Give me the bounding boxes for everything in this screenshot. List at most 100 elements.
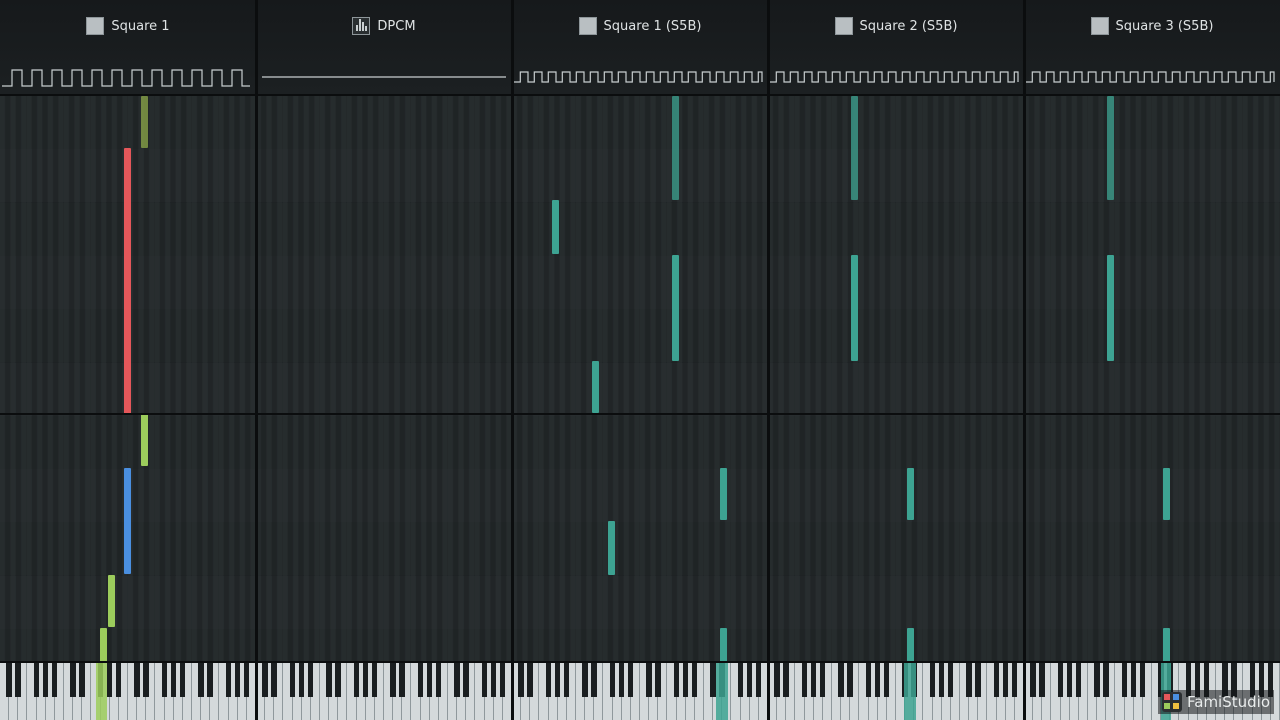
- black-key: [755, 662, 762, 697]
- black-key: [673, 662, 680, 697]
- channel-name: Square 1 (S5B): [603, 18, 702, 34]
- note-bar: [1107, 96, 1114, 200]
- black-key: [966, 662, 972, 697]
- channel-divider: [511, 0, 514, 720]
- black-key: [463, 662, 469, 697]
- black-key: [691, 662, 698, 697]
- black-key: [207, 662, 213, 697]
- piano-keyboard: [768, 662, 1024, 720]
- black-key: [627, 662, 634, 697]
- key-column-grid: [768, 96, 1024, 662]
- black-key: [70, 662, 76, 697]
- octave-separator: [0, 413, 1280, 415]
- black-key: [225, 662, 232, 697]
- square-waveform: [514, 71, 763, 83]
- black-key: [371, 662, 378, 697]
- square-wave-icon: [578, 17, 597, 35]
- black-key: [655, 662, 661, 697]
- note-bar: [672, 96, 679, 200]
- black-key: [170, 662, 177, 697]
- black-key: [179, 662, 186, 697]
- black-key: [1066, 662, 1073, 697]
- black-key: [243, 662, 250, 697]
- channel-title[interactable]: Square 2 (S5B): [768, 17, 1024, 35]
- black-key: [838, 662, 844, 697]
- square-wave-icon: [86, 17, 105, 35]
- note-bar: [851, 255, 858, 361]
- channel-name: Square 2 (S5B): [859, 18, 958, 34]
- black-key: [1139, 662, 1146, 697]
- black-key: [527, 662, 533, 697]
- square-wave-icon: [1090, 17, 1109, 35]
- channel-note-lane: [768, 96, 1024, 662]
- black-key: [993, 662, 1000, 697]
- note-bar: [907, 468, 914, 520]
- black-key: [499, 662, 506, 697]
- channel-note-lane: [0, 96, 256, 662]
- black-key: [426, 662, 433, 697]
- black-key: [1075, 662, 1082, 697]
- channel-title[interactable]: DPCM: [256, 17, 512, 35]
- black-key: [42, 662, 49, 697]
- black-key: [810, 662, 817, 697]
- black-key: [1121, 662, 1128, 697]
- black-key: [591, 662, 597, 697]
- black-key: [710, 662, 716, 697]
- black-key: [134, 662, 140, 697]
- black-key: [51, 662, 58, 697]
- channel-title[interactable]: Square 1 (S5B): [512, 17, 768, 35]
- channel-name: Square 3 (S5B): [1115, 18, 1214, 34]
- channel-name: DPCM: [377, 18, 416, 34]
- black-key: [975, 662, 981, 697]
- square-waveform: [2, 69, 250, 87]
- logo-text: FamiStudio: [1187, 693, 1270, 711]
- black-key: [307, 662, 314, 697]
- black-key: [783, 662, 789, 697]
- note-bar: [1163, 628, 1170, 662]
- black-key: [737, 662, 744, 697]
- black-key: [1030, 662, 1036, 697]
- black-key: [454, 662, 460, 697]
- note-bar: [552, 200, 559, 254]
- key-column-grid: [512, 96, 768, 662]
- channel-title[interactable]: Square 3 (S5B): [1024, 17, 1280, 35]
- black-key: [609, 662, 616, 697]
- channel-title[interactable]: Square 1: [0, 17, 256, 35]
- note-bar: [124, 148, 131, 414]
- note-bar: [1107, 255, 1114, 361]
- black-key: [582, 662, 588, 697]
- channel-header: DPCM: [256, 0, 512, 96]
- black-key: [554, 662, 561, 697]
- black-key: [865, 662, 872, 697]
- black-key: [143, 662, 149, 697]
- black-key: [874, 662, 881, 697]
- black-key: [646, 662, 652, 697]
- black-key: [262, 662, 268, 697]
- black-key: [15, 662, 21, 697]
- black-key: [929, 662, 936, 697]
- black-key: [417, 662, 424, 697]
- note-bar: [592, 361, 599, 413]
- note-bar: [100, 628, 107, 662]
- black-key: [518, 662, 524, 697]
- active-key-highlight: [716, 662, 728, 720]
- channel-divider: [255, 0, 258, 720]
- channel-header: Square 2 (S5B): [768, 0, 1024, 96]
- note-bar: [608, 521, 615, 575]
- channel-divider: [1023, 0, 1026, 720]
- black-key: [682, 662, 689, 697]
- channel-name: Square 1: [111, 18, 170, 34]
- black-key: [938, 662, 945, 697]
- black-key: [435, 662, 442, 697]
- black-key: [198, 662, 204, 697]
- black-key: [271, 662, 277, 697]
- channel-divider: [767, 0, 770, 720]
- note-bar: [851, 96, 858, 200]
- black-key: [390, 662, 396, 697]
- dpcm-waveform: [262, 76, 506, 78]
- black-key: [1103, 662, 1109, 697]
- famistudio-logo-icon: [1162, 692, 1182, 712]
- black-key: [115, 662, 122, 697]
- octave-separator: [0, 661, 1280, 663]
- black-key: [33, 662, 40, 697]
